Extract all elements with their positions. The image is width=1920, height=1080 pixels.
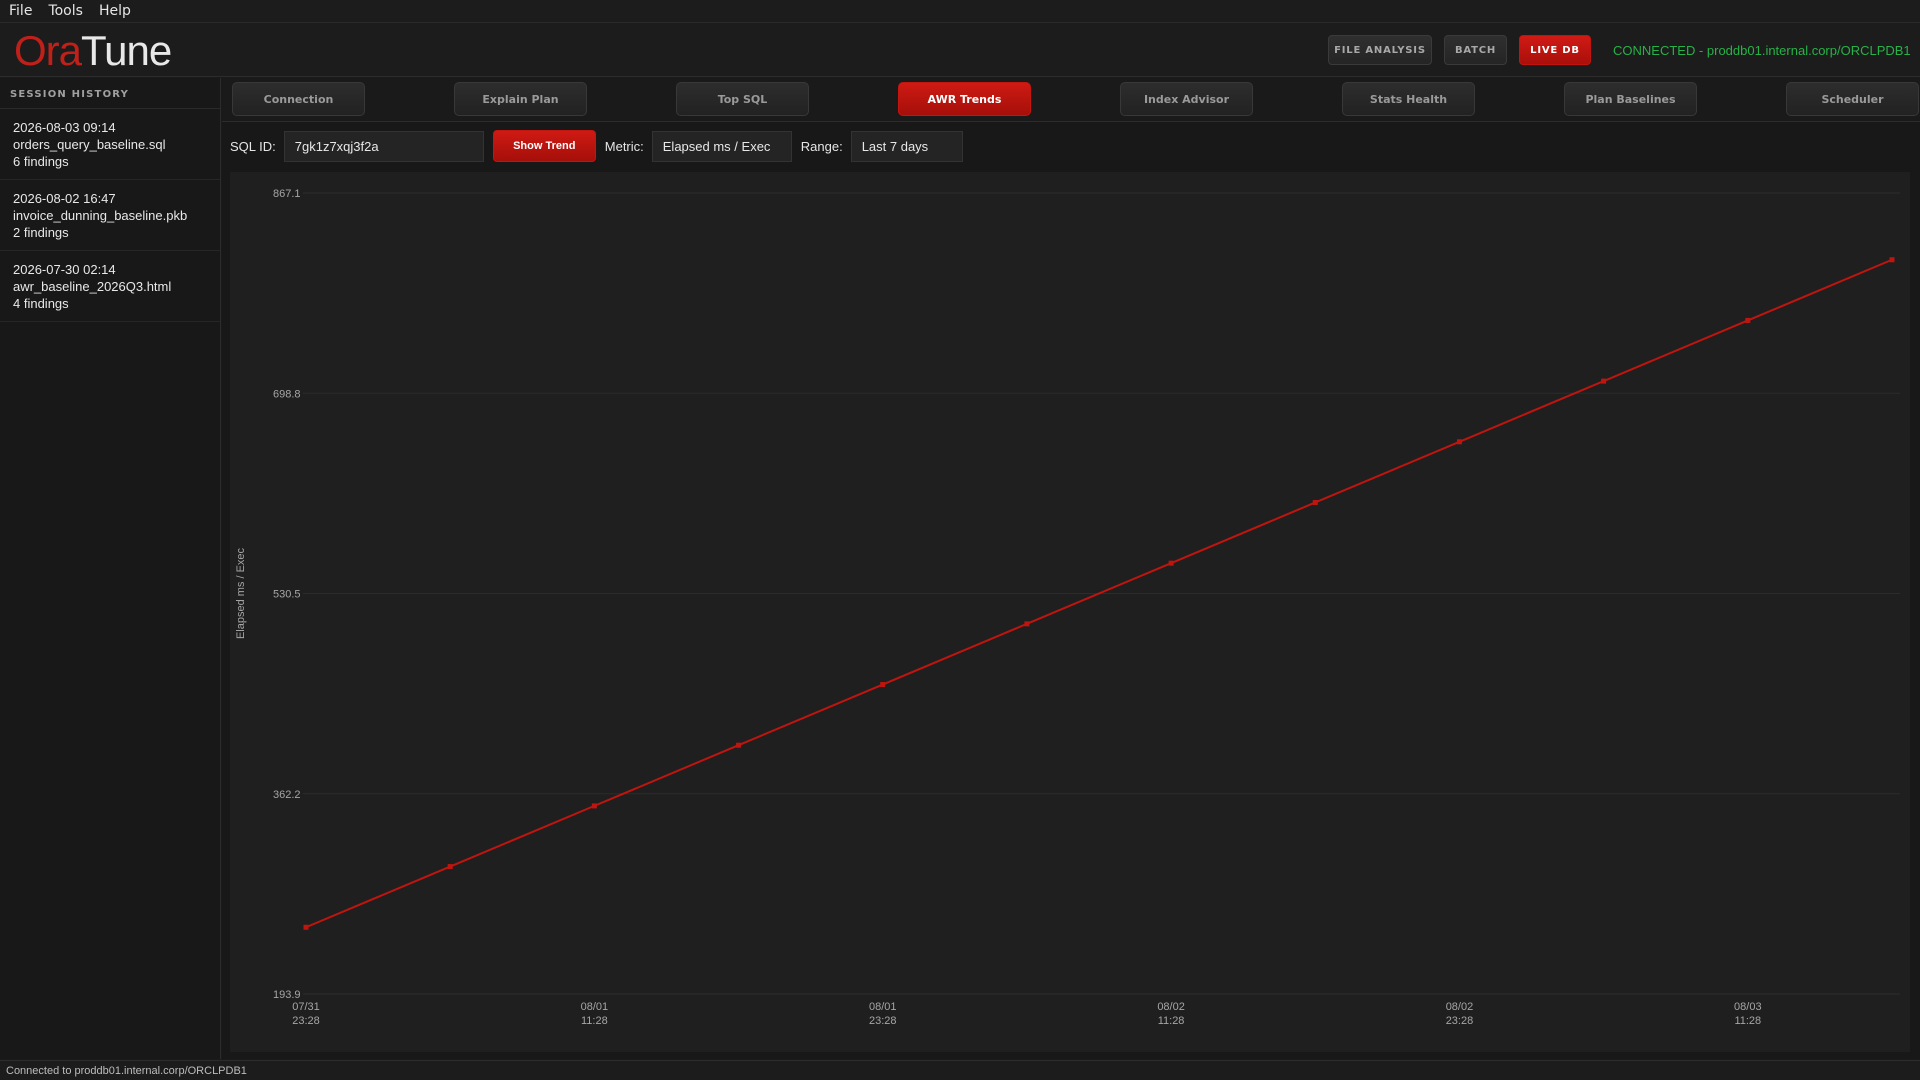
status-bar: Connected to proddb01.internal.corp/ORCL…	[0, 1060, 1920, 1080]
x-tick-label: 08/03	[1734, 1001, 1762, 1013]
data-point[interactable]	[1168, 560, 1174, 566]
data-point[interactable]	[880, 682, 886, 688]
y-tick-label: 530.5	[273, 589, 301, 601]
history-findings: 2 findings	[13, 225, 69, 240]
tab-scheduler[interactable]: Scheduler	[1786, 82, 1919, 116]
logo-tune: Tune	[81, 27, 172, 74]
x-tick-label: 11:28	[1734, 1015, 1761, 1027]
data-point[interactable]	[1456, 439, 1462, 445]
y-tick-label: 193.9	[273, 989, 301, 1001]
x-tick-label: 07/31	[292, 1001, 320, 1013]
x-tick-label: 11:28	[1158, 1015, 1185, 1027]
connection-status: CONNECTED - proddb01.internal.corp/ORCLP…	[1613, 43, 1911, 58]
x-tick-label: 08/02	[1157, 1001, 1185, 1013]
history-item[interactable]: 2026-07-30 02:14 awr_baseline_2026Q3.htm…	[0, 251, 220, 322]
metric-select[interactable]: Elapsed ms / Exec	[651, 130, 792, 162]
live-db-button[interactable]: LIVE DB	[1519, 35, 1591, 65]
x-tick-label: 23:28	[292, 1015, 320, 1027]
awr-trends-panel: SQL ID: 7gk1z7xqj3f2a Show Trend Metric:…	[222, 121, 1920, 1059]
data-point[interactable]	[591, 803, 597, 809]
app-logo: OraTune	[14, 27, 172, 75]
tab-index-advisor[interactable]: Index Advisor	[1120, 82, 1253, 116]
history-findings: 6 findings	[13, 154, 69, 169]
history-file: orders_query_baseline.sql	[13, 137, 166, 152]
data-point[interactable]	[1601, 378, 1607, 384]
menu-help[interactable]: Help	[99, 3, 131, 19]
data-point[interactable]	[1024, 621, 1030, 627]
sql-id-label: SQL ID:	[230, 138, 276, 154]
x-tick-label: 11:28	[581, 1015, 608, 1027]
x-tick-label: 23:28	[869, 1015, 897, 1027]
data-point[interactable]	[1889, 257, 1895, 263]
data-point[interactable]	[447, 864, 453, 870]
menu-tools[interactable]: Tools	[48, 3, 83, 19]
tab-explain-plan[interactable]: Explain Plan	[454, 82, 587, 116]
x-tick-label: 08/02	[1446, 1001, 1474, 1013]
history-timestamp: 2026-08-02 16:47	[13, 191, 116, 206]
y-tick-label: 362.2	[273, 789, 301, 801]
data-point[interactable]	[1745, 317, 1751, 323]
history-file: awr_baseline_2026Q3.html	[13, 279, 172, 294]
range-label: Range:	[800, 138, 843, 154]
logo-ora: Ora	[14, 27, 82, 74]
y-axis-label: Elapsed ms / Exec	[235, 547, 247, 639]
tab-awr-trends[interactable]: AWR Trends	[898, 82, 1031, 116]
range-select[interactable]: Last 7 days	[850, 130, 963, 162]
menu-bar: File Tools Help	[0, 0, 1920, 23]
show-trend-button[interactable]: Show Trend	[492, 130, 596, 162]
x-tick-label: 23:28	[1446, 1015, 1474, 1027]
y-tick-label: 867.1	[273, 188, 301, 200]
file-analysis-button[interactable]: FILE ANALYSIS	[1328, 35, 1432, 65]
history-timestamp: 2026-07-30 02:14	[13, 262, 116, 277]
x-tick-label: 08/01	[581, 1001, 609, 1013]
tab-bar: Connection Explain Plan Top SQL AWR Tren…	[222, 78, 1920, 120]
trend-chart-area: 867.1 698.8 530.5 362.2 193.9 07/31 23:28 08/01…	[230, 172, 1910, 1052]
trend-toolbar: SQL ID: 7gk1z7xqj3f2a Show Trend Metric:…	[230, 130, 963, 162]
data-point[interactable]	[1312, 499, 1318, 505]
y-tick-label: 698.8	[273, 388, 301, 400]
data-point[interactable]	[736, 742, 742, 748]
tab-plan-baselines[interactable]: Plan Baselines	[1564, 82, 1697, 116]
app-header: OraTune FILE ANALYSIS BATCH LIVE DB CONN…	[0, 23, 1920, 77]
x-tick-label: 08/01	[869, 1001, 897, 1013]
history-file: invoice_dunning_baseline.pkb	[13, 208, 188, 223]
history-item[interactable]: 2026-08-02 16:47 invoice_dunning_baselin…	[0, 180, 220, 251]
session-history-sidebar: SESSION HISTORY 2026-08-03 09:14 orders_…	[0, 78, 221, 1059]
sql-id-input[interactable]: 7gk1z7xqj3f2a	[283, 130, 484, 162]
sidebar-title: SESSION HISTORY	[0, 78, 220, 109]
metric-label: Metric:	[604, 138, 644, 154]
tab-stats-health[interactable]: Stats Health	[1342, 82, 1475, 116]
history-item[interactable]: 2026-08-03 09:14 orders_query_baseline.s…	[0, 109, 220, 180]
data-point[interactable]	[303, 924, 309, 930]
trend-chart: 867.1 698.8 530.5 362.2 193.907/31 23:28 08/01…	[235, 188, 1900, 1027]
menu-file[interactable]: File	[9, 3, 32, 19]
history-timestamp: 2026-08-03 09:14	[13, 120, 116, 135]
tab-connection[interactable]: Connection	[232, 82, 365, 116]
tab-top-sql[interactable]: Top SQL	[676, 82, 809, 116]
history-findings: 4 findings	[13, 296, 69, 311]
batch-button[interactable]: BATCH	[1444, 35, 1507, 65]
